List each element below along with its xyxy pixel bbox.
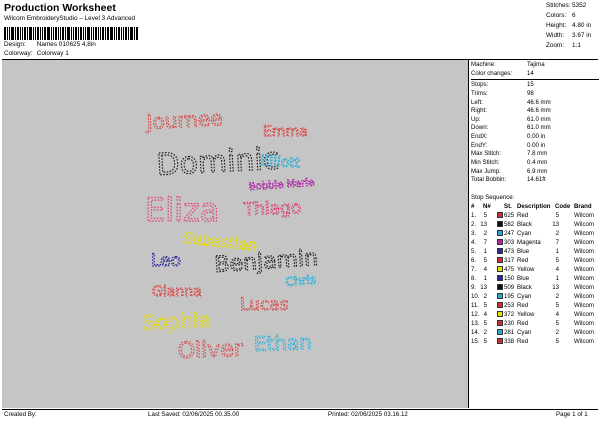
stop-row: 2. 13 582 Black 13 Wilcom [471,221,594,228]
color-swatch [497,239,503,245]
param-row: Min Stitch: 0.4 mm [471,159,548,167]
stop-sequence-title: Stop Sequence: [471,194,515,201]
param-row: EndX: 0.00 in [471,133,546,141]
color-swatch [497,212,503,218]
machine-parameters: Machine: Tajima Color changes: 14 Stops: 15 Tr… [471,61,599,185]
design-stats: Stitches:5352 Colors: 6 Height: 4.80 in Wi… [546,1,600,51]
color-swatch [497,275,503,281]
stop-row: 12. 4 372 Yellow 4 Wilcom [471,311,594,318]
design-row: Design: Names 010625 4,8in [4,41,96,48]
stop-row: 3. 2 247 Cyan 2 Wilcom [471,230,594,237]
color-swatch [497,284,503,290]
name-elliott: Elliott [260,153,302,172]
software-name: Wilcom EmbroideryStudio – Level 3 Advanc… [4,15,136,22]
worksheet-title: Production Worksheet [4,2,116,14]
param-row: Machine: Tajima [471,61,545,68]
stop-row: 9. 13 509 Black 13 Wilcom [471,284,594,291]
name-journee: Journee [144,106,223,134]
stop-row: 15. 5 338 Red 5 Wilcom [471,338,594,345]
barcode [4,27,144,40]
param-row: Max Jump: 6.9 mm [471,167,548,175]
name-sophia: Sophia [142,307,211,335]
colorway-value: Colorway 1 [36,50,69,57]
stop-row: 4. 7 303 Magenta 7 Wilcom [471,239,594,246]
stop-row: 14. 2 281 Cyan 2 Wilcom [471,329,594,336]
footer-divider [2,409,598,410]
name-eliza: Eliza [145,191,219,229]
param-row: Down: 61.0 mm [471,124,551,132]
name-emma: Emma [263,124,308,140]
footer-created: Created By: [4,411,37,418]
footer-printed: Printed: 02/06/2025 03.16.12 [328,411,408,418]
param-divider [471,79,599,81]
footer-last-saved: Last Saved: 02/06/2025 00.35.00 [148,411,240,418]
param-row: Up: 61.0 mm [471,115,551,123]
design-artwork: .nm { font-family: "DejaVu Sans", sans-s… [141,105,319,364]
param-row: EndY: 0.00 in [471,141,546,149]
stop-row: 8. 1 150 Blue 1 Wilcom [471,275,594,282]
stop-sequence: Stop Sequence: # N# St. Description Code… [471,194,599,346]
stop-row: 5. 1 473 Blue 1 Wilcom [471,248,594,255]
design-preview: .nm { font-family: "DejaVu Sans", sans-s… [2,60,469,408]
param-row: Max Stitch: 7.8 mm [471,150,548,158]
param-row: Trims: 98 [471,89,534,97]
design-value: Names 010625 4,8in [36,41,96,48]
name-leo: Leo [151,251,181,271]
stop-row: 6. 5 317 Red 5 Wilcom [471,257,594,264]
color-swatch [497,311,503,317]
stop-row: 10. 2 195 Cyan 2 Wilcom [471,293,594,300]
stop-row: 11. 5 253 Red 5 Wilcom [471,302,594,309]
stop-row: 7. 4 475 Yellow 4 Wilcom [471,266,594,273]
page-number: Page 1 of 1 [556,411,588,418]
stop-row: 1. 5 625 Red 5 Wilcom [471,212,594,219]
param-row: Right: 46.6 mm [471,107,551,115]
color-swatch [497,320,503,326]
name-lucas: Lucas [240,295,289,315]
color-swatch [497,338,503,344]
stat-colors: Colors: 6 [546,12,576,19]
stat-stitches: Stitches:5352 [546,2,587,9]
colorway-label: Colorway: [4,50,33,57]
stop-row: 13. 5 230 Red 5 Wilcom [471,320,594,327]
name-oliver: Oliver [177,337,244,364]
color-swatch [497,302,503,308]
param-row: Left: 46.6 mm [471,98,551,106]
param-row: Total Bobbin: 14.61ft [471,176,546,184]
color-swatch [497,248,503,254]
color-swatch [497,221,503,227]
color-swatch [497,266,503,272]
name-gianna: Gianna [152,284,202,300]
colorway-row: Colorway: Colorway 1 [4,50,69,57]
color-swatch [497,230,503,236]
name-ethan: Ethan [253,330,312,356]
name-chris: Chris [285,272,317,289]
name-thiago: Thiago [242,198,301,220]
param-row: Color changes: 14 [471,69,534,77]
color-swatch [497,293,503,299]
color-swatch [497,257,503,263]
stop-sequence-header: # N# St. Description Code Brand [471,203,592,210]
param-row: Stops: 15 [471,81,534,89]
stat-height: Height: 4.80 in [546,22,592,29]
stat-zoom: Zoom: 1:1 [546,42,581,49]
color-swatch [497,329,503,335]
design-label: Design: [4,41,26,48]
stat-width: Width: 3.67 in [546,32,592,39]
name-bobbie-marie: Bobbie Marie [248,177,314,193]
